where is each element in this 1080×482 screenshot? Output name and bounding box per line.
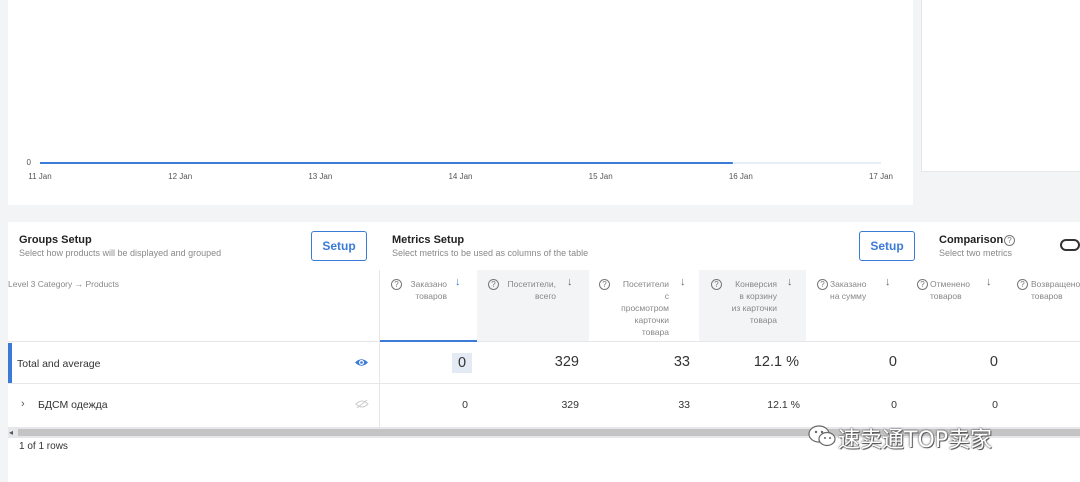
- x-tick-label: 12 Jan: [168, 172, 192, 181]
- column-header-returned[interactable]: ? Возвращено товаров: [1006, 270, 1080, 342]
- total-row-marker: [8, 343, 12, 383]
- grouping-label: Level 3 Category → Products: [8, 279, 120, 289]
- line-chart: 0 11 Jan 12 Jan 13 Jan 14 Jan 15 Jan 16 Jan 17…: [27, 158, 893, 181]
- help-icon[interactable]: ?: [488, 279, 499, 290]
- comparison-subtitle: Select two metrics: [939, 248, 1013, 258]
- total-visitors-value: 329: [554, 354, 579, 370]
- column-label: Посетители, всего: [507, 279, 557, 301]
- column-header-ordered[interactable]: ? Заказано товаров ↓: [379, 270, 477, 342]
- groups-setup-button[interactable]: Setup: [311, 231, 367, 261]
- total-row-label: Total and average: [17, 358, 101, 370]
- column-header-conversion[interactable]: ? Конверсия в корзину из карточки товара…: [699, 270, 806, 342]
- groups-setup-title: Groups Setup: [19, 234, 92, 246]
- help-icon[interactable]: ?: [817, 279, 828, 290]
- row-conversion-value: 12.1 %: [767, 399, 800, 411]
- setup-toolbar: Groups Setup Select how products will be…: [8, 222, 1080, 270]
- x-ticks: 11 Jan 12 Jan 13 Jan 14 Jan 15 Jan 16 Jan 17 J…: [28, 172, 893, 181]
- help-icon[interactable]: ?: [1017, 279, 1028, 290]
- column-label: Заказано на сумму: [830, 279, 867, 301]
- wechat-icon: [808, 425, 836, 447]
- comparison-toggle[interactable]: [1060, 239, 1080, 251]
- help-icon[interactable]: ?: [917, 279, 928, 290]
- column-label: Конверсия в корзину из карточки товара: [731, 279, 777, 325]
- sort-arrow-icon[interactable]: ↓: [567, 276, 573, 288]
- row-visitors-value: 329: [561, 399, 579, 411]
- column-header-cancelled[interactable]: ? Отменено товаров ↓: [906, 270, 1006, 342]
- row-label[interactable]: БДСМ одежда: [38, 399, 108, 411]
- column-label: Возвращено товаров: [1031, 279, 1080, 301]
- help-icon[interactable]: ?: [599, 279, 610, 290]
- row-ordered-value: 0: [462, 399, 468, 411]
- eye-icon[interactable]: [354, 357, 369, 368]
- sort-arrow-icon[interactable]: ↓: [455, 276, 461, 288]
- total-order-sum-value: 0: [888, 354, 897, 370]
- watermark: 速卖通TOP卖家: [808, 420, 1053, 456]
- x-tick-label: 15 Jan: [589, 172, 613, 181]
- column-label: Посетители с просмотром карточки товара: [621, 279, 669, 337]
- side-panel: [921, 0, 1080, 172]
- help-icon[interactable]: ?: [1004, 235, 1015, 246]
- scroll-left-icon[interactable]: ◂: [9, 428, 13, 437]
- column-divider: [379, 270, 380, 427]
- x-tick-label: 13 Jan: [308, 172, 332, 181]
- column-header-order-sum[interactable]: ? Заказано на сумму ↓: [806, 270, 906, 342]
- metrics-setup-subtitle: Select metrics to be used as columns of …: [392, 248, 589, 258]
- row-order-sum-value: 0: [891, 399, 897, 411]
- total-ordered-value[interactable]: 0: [452, 353, 472, 373]
- sort-arrow-icon[interactable]: ↓: [787, 276, 793, 288]
- metrics-setup-title: Metrics Setup: [392, 234, 465, 246]
- row-count: 1 of 1 rows: [19, 441, 68, 452]
- analytics-page: 0 11 Jan 12 Jan 13 Jan 14 Jan 15 Jan 16 Jan 17…: [0, 0, 1080, 482]
- column-header-card-visitors[interactable]: ? Посетители с просмотром карточки товар…: [589, 270, 699, 342]
- watermark-text: 速卖通TOP卖家: [838, 428, 993, 453]
- chart-card: 0 11 Jan 12 Jan 13 Jan 14 Jan 15 Jan 16 Jan 17…: [8, 0, 913, 205]
- help-icon[interactable]: ?: [391, 279, 402, 290]
- chevron-right-icon[interactable]: ›: [21, 398, 25, 410]
- column-header-visitors[interactable]: ? Посетители, всего ↓: [477, 270, 589, 342]
- row-card-visitors-value: 33: [678, 399, 690, 411]
- column-label: Заказано товаров: [410, 279, 447, 301]
- total-conversion-value: 12.1 %: [753, 354, 799, 370]
- grouping-header: Level 3 Category → Products: [8, 270, 379, 342]
- sort-arrow-icon[interactable]: ↓: [986, 276, 992, 288]
- x-tick-label: 14 Jan: [448, 172, 472, 181]
- x-tick-label: 16 Jan: [729, 172, 753, 181]
- y-tick-label: 0: [27, 158, 32, 167]
- help-icon[interactable]: ?: [711, 279, 722, 290]
- metrics-setup-button[interactable]: Setup: [859, 231, 915, 261]
- total-card-visitors-value: 33: [673, 354, 690, 370]
- sort-arrow-icon[interactable]: ↓: [885, 276, 891, 288]
- row-divider: [8, 383, 1080, 384]
- comparison-title: Comparison: [939, 234, 1004, 246]
- eye-off-icon[interactable]: [355, 399, 369, 409]
- groups-setup-subtitle: Select how products will be displayed an…: [19, 248, 222, 258]
- total-cancelled-value: 0: [989, 354, 998, 370]
- sort-arrow-icon[interactable]: ↓: [680, 276, 686, 288]
- row-cancelled-value: 0: [992, 399, 998, 411]
- column-label: Отменено товаров: [930, 279, 970, 301]
- x-tick-label: 11 Jan: [28, 172, 51, 181]
- x-tick-label: 17 Jan: [869, 172, 893, 181]
